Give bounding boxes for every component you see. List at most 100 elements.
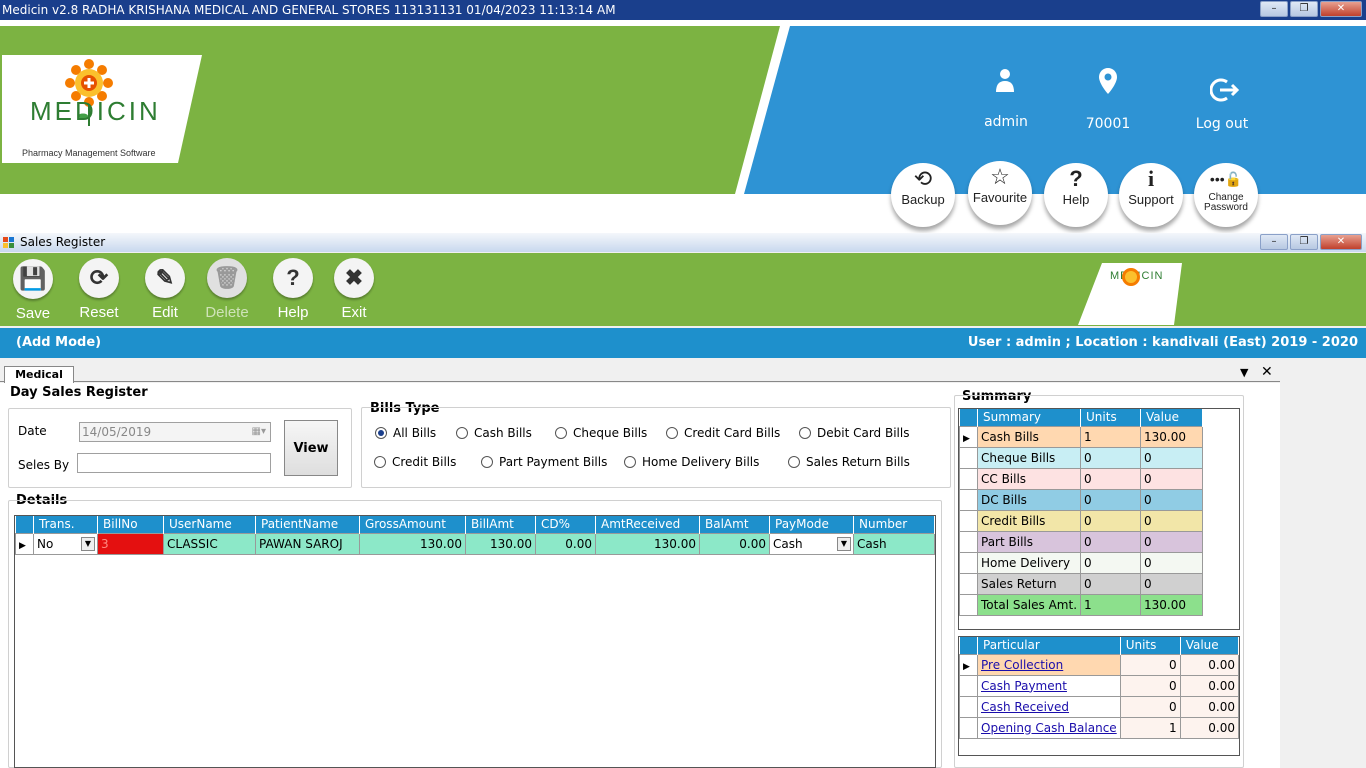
- summary-units-cell[interactable]: 1: [1080, 425, 1142, 448]
- summary-name-cell[interactable]: Home Delivery: [976, 551, 1082, 574]
- particular-row[interactable]: Cash Received 0 0.00: [959, 695, 1240, 718]
- col-value[interactable]: Value: [1140, 409, 1204, 426]
- reset-button[interactable]: ⟳ Reset: [74, 258, 124, 321]
- summary-name-cell[interactable]: Total Sales Amt.: [976, 593, 1082, 616]
- change-password-button[interactable]: •••🔓 Change Password: [1194, 163, 1258, 227]
- row-selector[interactable]: [959, 446, 978, 469]
- summary-units-cell[interactable]: 0: [1080, 467, 1142, 490]
- chevron-down-icon[interactable]: ▼: [81, 536, 95, 551]
- trans-dropdown[interactable]: No ▼: [33, 532, 98, 555]
- summary-name-cell[interactable]: CC Bills: [976, 467, 1082, 490]
- bal-cell[interactable]: 0.00: [699, 532, 770, 555]
- row-selector[interactable]: [959, 593, 978, 616]
- col-balamt[interactable]: BalAmt: [699, 516, 770, 533]
- radio-part-payment-bills[interactable]: Part Payment Bills: [481, 455, 607, 469]
- summary-row[interactable]: Total Sales Amt. 1 130.00: [959, 593, 1204, 616]
- table-row[interactable]: ▶ No ▼ 3 CLASSIC PAWAN SAROJ 130.00 130.0…: [15, 532, 935, 555]
- row-selector[interactable]: [959, 509, 978, 532]
- col-cd-percent[interactable]: CD%: [535, 516, 596, 533]
- row-selector[interactable]: [959, 551, 978, 574]
- particular-row[interactable]: Opening Cash Balance 1 0.00: [959, 716, 1240, 739]
- summary-value-cell[interactable]: 0: [1140, 446, 1204, 469]
- particular-link[interactable]: Cash Received: [981, 700, 1069, 714]
- particular-units-cell[interactable]: 0: [1119, 695, 1181, 718]
- sales-minimize-button[interactable]: –: [1260, 234, 1288, 250]
- tab-close-icon[interactable]: ✕: [1261, 364, 1273, 380]
- date-field[interactable]: 14/05/2019 ▦▾: [79, 422, 271, 442]
- particular-link[interactable]: Pre Collection: [981, 658, 1063, 672]
- summary-units-cell[interactable]: 0: [1080, 446, 1142, 469]
- patient-cell[interactable]: PAWAN SAROJ: [255, 532, 360, 555]
- summary-row[interactable]: Sales Return 0 0: [959, 572, 1204, 595]
- row-selector[interactable]: [959, 488, 978, 511]
- summary-units-cell[interactable]: 1: [1080, 593, 1142, 616]
- col-trans[interactable]: Trans.: [33, 516, 98, 533]
- particular-name-cell[interactable]: Cash Payment: [977, 674, 1121, 697]
- summary-row[interactable]: CC Bills 0 0: [959, 467, 1204, 490]
- row-selector[interactable]: [959, 674, 978, 697]
- col-billno[interactable]: BillNo: [97, 516, 164, 533]
- view-button[interactable]: View: [284, 420, 338, 476]
- col-summary[interactable]: Summary: [977, 409, 1082, 426]
- col-particular-value[interactable]: Value: [1180, 637, 1240, 654]
- summary-name-cell[interactable]: Part Bills: [976, 530, 1082, 553]
- particular-row[interactable]: ▶ Pre Collection 0 0.00: [959, 653, 1240, 676]
- col-amtreceived[interactable]: AmtReceived: [595, 516, 700, 533]
- summary-name-cell[interactable]: Cheque Bills: [976, 446, 1082, 469]
- summary-name-cell[interactable]: Sales Return: [976, 572, 1082, 595]
- summary-value-cell[interactable]: 0: [1140, 551, 1204, 574]
- summary-value-cell[interactable]: 130.00: [1140, 593, 1204, 616]
- maximize-button[interactable]: ❐: [1290, 1, 1318, 17]
- summary-value-cell[interactable]: 0: [1140, 467, 1204, 490]
- username-cell[interactable]: CLASSIC: [163, 532, 256, 555]
- favourite-button[interactable]: ☆ Favourite: [968, 161, 1032, 225]
- particular-value-cell[interactable]: 0.00: [1179, 674, 1240, 697]
- col-units[interactable]: Units: [1080, 409, 1142, 426]
- row-selector[interactable]: ▶: [959, 425, 978, 448]
- particular-link[interactable]: Opening Cash Balance: [981, 721, 1117, 735]
- row-selector[interactable]: [959, 716, 978, 739]
- particular-units-cell[interactable]: 0: [1119, 653, 1181, 676]
- logout-icon[interactable]: [1209, 78, 1240, 105]
- radio-credit-card-bills[interactable]: Credit Card Bills: [666, 426, 780, 440]
- row-selector[interactable]: [959, 572, 978, 595]
- row-selector[interactable]: [959, 467, 978, 490]
- summary-row[interactable]: Home Delivery 0 0: [959, 551, 1204, 574]
- summary-row[interactable]: ▶ Cash Bills 1 130.00: [959, 425, 1204, 448]
- calendar-dropdown-icon[interactable]: ▦▾: [252, 423, 266, 441]
- col-particular[interactable]: Particular: [977, 637, 1121, 654]
- edit-button[interactable]: ✎ Edit: [140, 258, 190, 321]
- sales-maximize-button[interactable]: ❐: [1290, 234, 1318, 250]
- summary-units-cell[interactable]: 0: [1080, 509, 1142, 532]
- minimize-button[interactable]: –: [1260, 1, 1288, 17]
- summary-row[interactable]: Credit Bills 0 0: [959, 509, 1204, 532]
- row-selector[interactable]: ▶: [959, 653, 978, 676]
- support-button[interactable]: i Support: [1119, 163, 1183, 227]
- col-paymode[interactable]: PayMode: [769, 516, 854, 533]
- particular-units-cell[interactable]: 0: [1119, 674, 1181, 697]
- particular-name-cell[interactable]: Cash Received: [977, 695, 1121, 718]
- received-cell[interactable]: 130.00: [595, 532, 700, 555]
- col-username[interactable]: UserName: [163, 516, 256, 533]
- billno-cell[interactable]: 3: [97, 532, 164, 555]
- radio-credit-bills[interactable]: Credit Bills: [374, 455, 456, 469]
- particular-value-cell[interactable]: 0.00: [1179, 695, 1240, 718]
- tab-dropdown-icon[interactable]: ▼: [1240, 366, 1248, 379]
- paymode-dropdown[interactable]: Cash ▼: [769, 532, 854, 555]
- col-billamt[interactable]: BillAmt: [465, 516, 536, 533]
- particular-name-cell[interactable]: Opening Cash Balance: [977, 716, 1121, 739]
- radio-cheque-bills[interactable]: Cheque Bills: [555, 426, 647, 440]
- summary-row[interactable]: DC Bills 0 0: [959, 488, 1204, 511]
- summary-row[interactable]: Cheque Bills 0 0: [959, 446, 1204, 469]
- row-selector[interactable]: [959, 695, 978, 718]
- summary-units-cell[interactable]: 0: [1080, 488, 1142, 511]
- save-button[interactable]: 💾 Save: [8, 259, 58, 322]
- backup-button[interactable]: ⟲ Backup: [891, 163, 955, 227]
- summary-name-cell[interactable]: Credit Bills: [976, 509, 1082, 532]
- row-selector[interactable]: [959, 530, 978, 553]
- summary-value-cell[interactable]: 0: [1140, 488, 1204, 511]
- summary-value-cell[interactable]: 0: [1140, 572, 1204, 595]
- cd-cell[interactable]: 0.00: [535, 532, 596, 555]
- seles-by-input[interactable]: [77, 453, 271, 473]
- particular-link[interactable]: Cash Payment: [981, 679, 1067, 693]
